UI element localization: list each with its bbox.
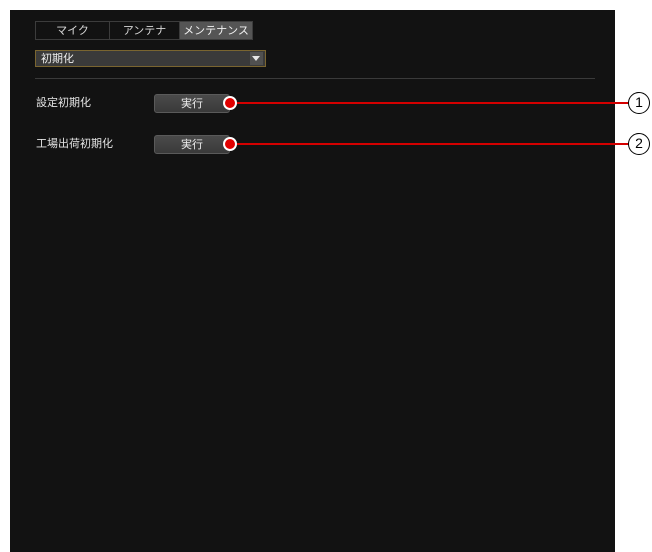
tab-mic[interactable]: マイク bbox=[36, 22, 110, 39]
dropdown-arrow-button[interactable] bbox=[250, 52, 263, 65]
callout-number-2: 2 bbox=[628, 133, 650, 155]
chevron-down-icon bbox=[252, 56, 260, 61]
mode-select[interactable]: 初期化 bbox=[35, 50, 266, 67]
settings-panel bbox=[10, 10, 615, 552]
callout-number-1: 1 bbox=[628, 92, 650, 114]
callout-dot-1 bbox=[223, 96, 237, 110]
tab-bar: マイク アンテナ メンテナンス bbox=[35, 21, 253, 40]
callout-line-2 bbox=[230, 143, 630, 145]
tab-maintenance[interactable]: メンテナンス bbox=[180, 22, 252, 39]
settings-reset-button[interactable]: 実行 bbox=[154, 94, 230, 113]
settings-reset-label: 設定初期化 bbox=[36, 96, 91, 109]
callout-dot-2 bbox=[223, 137, 237, 151]
callout-line-1 bbox=[230, 102, 630, 104]
factory-reset-label: 工場出荷初期化 bbox=[36, 137, 113, 150]
divider bbox=[35, 78, 595, 79]
factory-reset-button[interactable]: 実行 bbox=[154, 135, 230, 154]
tab-antenna[interactable]: アンテナ bbox=[110, 22, 180, 39]
mode-select-value: 初期化 bbox=[41, 52, 74, 65]
